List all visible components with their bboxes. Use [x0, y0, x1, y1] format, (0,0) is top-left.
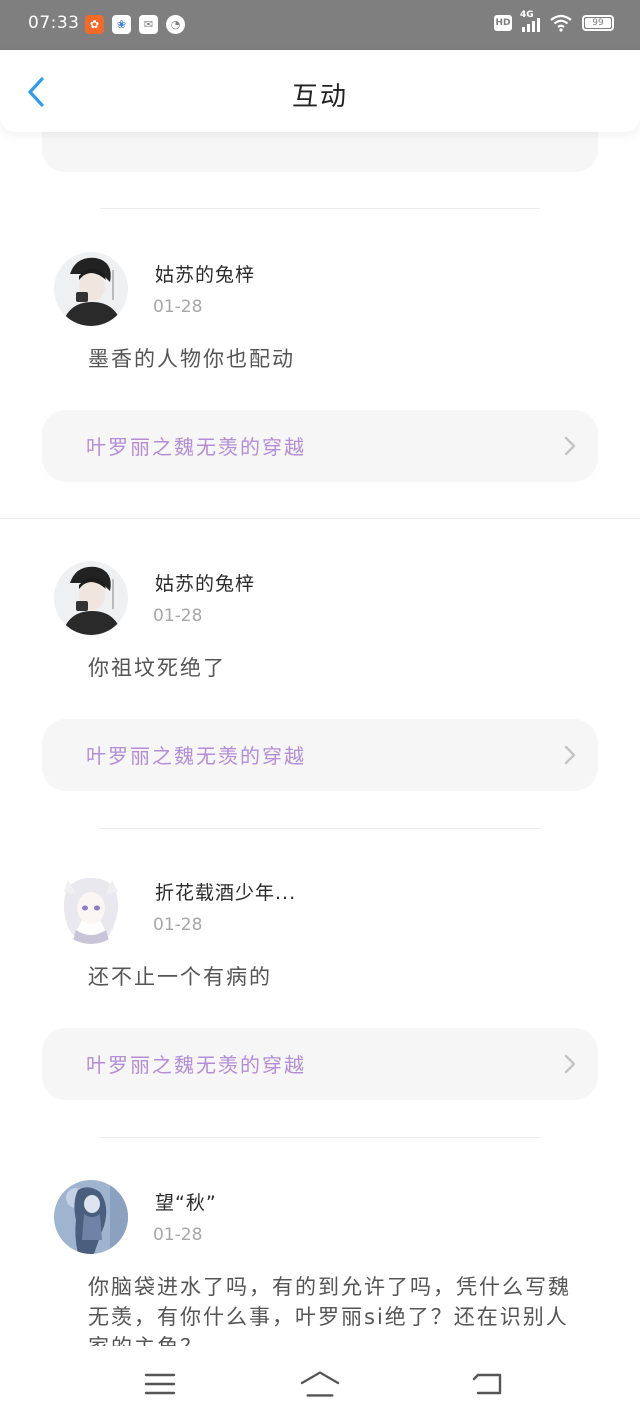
comment-username[interactable]: 望“秋”	[155, 1188, 217, 1215]
chevron-right-icon	[564, 745, 576, 765]
comment-date: 01-28	[153, 606, 203, 626]
comment-username[interactable]: 姑苏的兔梓	[155, 260, 255, 287]
book-title: 叶罗丽之魏无羡的穿越	[86, 435, 306, 459]
book-title: 叶罗丽之魏无羡的穿越	[86, 1053, 306, 1077]
avatar[interactable]	[54, 561, 128, 635]
nav-home-button[interactable]	[300, 1366, 340, 1402]
nav-back-button[interactable]	[468, 1366, 508, 1402]
previous-book-link-card[interactable]	[42, 132, 598, 172]
hd-icon: HD	[494, 15, 512, 31]
signal-icon: 4G	[520, 10, 540, 32]
comment-text: 还不止一个有病的	[88, 965, 272, 989]
comment-username[interactable]: 折花载酒少年...	[155, 878, 296, 905]
menu-icon	[144, 1373, 176, 1395]
divider	[100, 208, 540, 209]
status-bar: 07:33 ✿ ❀ ✉ ◔ HD 4G 99	[0, 0, 640, 50]
book-link-card[interactable]: 叶罗丽之魏无羡的穿越	[42, 410, 598, 482]
nav-menu-button[interactable]	[140, 1366, 180, 1402]
divider	[100, 1137, 540, 1138]
wifi-icon	[550, 14, 572, 32]
divider	[0, 518, 640, 519]
chevron-right-icon	[564, 1054, 576, 1074]
system-nav-bar	[0, 1346, 640, 1422]
divider	[100, 828, 540, 829]
speed-icon: ◔	[166, 15, 185, 34]
app-notification-icon: ✿	[85, 15, 104, 34]
back-icon	[472, 1373, 502, 1395]
comment-text: 你祖坟死绝了	[88, 656, 226, 680]
home-icon	[300, 1371, 340, 1397]
comment-date: 01-28	[153, 1225, 203, 1245]
title-bar: 互动	[0, 50, 640, 132]
page-title: 互动	[291, 82, 348, 112]
chevron-right-icon	[564, 436, 576, 456]
comment-text: 墨香的人物你也配动	[88, 347, 295, 371]
network-type: 4G	[520, 10, 534, 20]
avatar[interactable]	[54, 252, 128, 326]
book-link-card[interactable]: 叶罗丽之魏无羡的穿越	[42, 1028, 598, 1100]
book-link-card[interactable]: 叶罗丽之魏无羡的穿越	[42, 719, 598, 791]
mail-icon: ✉	[139, 15, 158, 34]
avatar[interactable]	[54, 870, 128, 944]
avatar[interactable]	[54, 1180, 128, 1254]
comment-username[interactable]: 姑苏的兔梓	[155, 569, 255, 596]
book-title: 叶罗丽之魏无羡的穿越	[86, 744, 306, 768]
paw-app-icon: ❀	[112, 15, 131, 34]
battery-level: 99	[592, 18, 604, 28]
battery-icon: 99	[582, 15, 614, 31]
status-time: 07:33	[28, 13, 80, 33]
comment-date: 01-28	[153, 915, 203, 935]
comment-date: 01-28	[153, 297, 203, 317]
